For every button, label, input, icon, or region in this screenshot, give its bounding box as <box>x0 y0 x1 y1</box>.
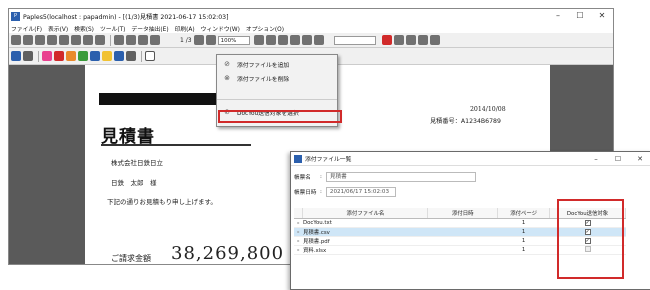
highlighter-icon[interactable] <box>54 51 64 61</box>
refresh-circle-icon[interactable] <box>429 35 440 45</box>
col-attach-date[interactable]: 添付日時 <box>427 208 499 219</box>
stamp-tool-icon[interactable] <box>114 51 124 61</box>
user-icon[interactable] <box>393 35 404 45</box>
menu-view[interactable]: 表示(V) <box>48 24 68 33</box>
attach-date <box>427 245 498 255</box>
file-name: DocYou.txt <box>302 218 428 228</box>
rectangle-icon[interactable] <box>78 51 88 61</box>
image-icon[interactable] <box>126 51 136 61</box>
zoom-out-icon[interactable] <box>205 35 216 45</box>
text-box-icon[interactable] <box>102 51 112 61</box>
edit-icon[interactable] <box>417 35 428 45</box>
empty-select[interactable] <box>333 35 376 45</box>
attachment-list-dialog: 添付ファイル一覧 – ☐ ✕ 帳票名 : 見積書 帳票日時 : 2021/06/… <box>290 151 650 290</box>
menu-item-remove-attachment[interactable]: ⊗ 添付ファイルを削除 <box>217 71 337 85</box>
file-name: 見積書.csv <box>302 227 428 237</box>
doc-name-field: 帳票名 : 見積書 <box>294 172 476 182</box>
search-next-icon[interactable] <box>126 35 136 45</box>
bookmark-icon[interactable] <box>313 35 324 45</box>
settings-icon[interactable] <box>95 35 105 45</box>
file-name: 見積書.pdf <box>302 236 428 246</box>
search-icon[interactable] <box>114 35 124 45</box>
mail-send-icon[interactable] <box>381 35 392 45</box>
title-underline <box>101 144 251 146</box>
copy-icon[interactable] <box>47 35 57 45</box>
amount-label: ご請求金額 <box>111 254 151 263</box>
attach-date <box>427 236 498 246</box>
save-floppy-icon[interactable] <box>11 51 21 61</box>
menu-separator <box>217 99 337 100</box>
paperclip-remove-icon: ⊗ <box>224 74 230 82</box>
attach-date <box>427 218 498 228</box>
menu-item-add-attachment[interactable]: ⊘ 添付ファイルを追加 <box>217 57 337 71</box>
document-company: 株式会社日鉄日立 <box>111 159 163 167</box>
redacted-bar <box>99 93 227 105</box>
binoculars-icon[interactable] <box>301 35 312 45</box>
dialog-close-button[interactable]: ✕ <box>629 152 650 166</box>
menu-options[interactable]: オプション(O) <box>246 24 284 33</box>
col-file-name[interactable]: 添付ファイル名 <box>302 208 429 219</box>
attach-date <box>427 227 498 237</box>
fit-width-icon[interactable] <box>265 35 276 45</box>
amount-value: 38,269,800 <box>171 243 285 264</box>
page-indicator: 1 /3 <box>180 36 192 44</box>
attach-page: 1 <box>497 218 550 228</box>
print-preview-icon[interactable] <box>23 35 33 45</box>
menu-tools[interactable]: ツール(T) <box>100 24 125 33</box>
maximize-button[interactable]: ☐ <box>569 9 591 23</box>
refresh-icon[interactable] <box>71 35 81 45</box>
attach-page: 1 <box>497 245 550 255</box>
first-page-icon[interactable] <box>138 35 148 45</box>
close-button[interactable]: ✕ <box>591 9 613 23</box>
highlight-frame-column <box>557 199 624 279</box>
dialog-maximize-button[interactable]: ☐ <box>607 152 629 166</box>
doc-name-input[interactable]: 見積書 <box>325 172 476 182</box>
fit-page-icon[interactable] <box>253 35 264 45</box>
document-recipient: 日鉄 太郎 様 <box>111 179 157 187</box>
dialog-title: 添付ファイル一覧 <box>305 157 352 163</box>
file-name: 資料.xlsx <box>302 245 428 255</box>
window-title: Paples5(localhost : papadmin) - [(1/3)見積… <box>23 13 229 21</box>
stamp-icon[interactable] <box>405 35 416 45</box>
menu-file[interactable]: ファイル(F) <box>11 24 42 33</box>
document-number: 見積番号：A1234B6789 <box>430 118 501 125</box>
pen-icon[interactable] <box>90 51 100 61</box>
document-sentence: 下記の通りお見積もり申し上げます。 <box>107 198 217 206</box>
menu-print[interactable]: 印刷(A) <box>175 24 195 33</box>
zoom-select[interactable]: 100% <box>217 35 250 45</box>
zoom-in-icon[interactable] <box>193 35 204 45</box>
print-icon[interactable] <box>11 35 21 45</box>
sticky-note-icon[interactable] <box>42 51 52 61</box>
draw-line-icon[interactable] <box>66 51 76 61</box>
col-attach-page[interactable]: 添付ページ <box>497 208 551 219</box>
created-label: 帳票日時 <box>294 190 317 196</box>
doc-name-label: 帳票名 <box>294 175 311 181</box>
previous-page-icon[interactable] <box>150 35 160 45</box>
menu-window[interactable]: ウィンドウ(W) <box>201 24 240 33</box>
document-date: 2014/10/08 <box>470 106 506 113</box>
export-icon[interactable] <box>59 35 69 45</box>
created-input[interactable]: 2021/06/17 15:02:03 <box>325 187 396 197</box>
actual-size-icon[interactable] <box>277 35 288 45</box>
menu-data-extract[interactable]: データ抽出(E) <box>131 24 168 33</box>
menu-bar: ファイル(F) 表示(V) 検索(S) ツール(T) データ抽出(E) 印刷(A… <box>9 23 613 33</box>
paperclip-icon: ⊘ <box>224 60 230 68</box>
title-bar: P Paples5(localhost : papadmin) - [(1/3)… <box>9 9 613 23</box>
app-logo-icon: P <box>11 11 20 21</box>
highlight-frame-menu <box>218 110 342 123</box>
main-toolbar: 1 /3 100% <box>9 33 613 48</box>
document-icon[interactable] <box>83 35 93 45</box>
dialog-app-icon <box>294 154 302 163</box>
pointer-icon[interactable] <box>23 51 33 61</box>
menu-search[interactable]: 検索(S) <box>74 24 94 33</box>
attach-page: 1 <box>497 236 550 246</box>
dialog-minimize-button[interactable]: – <box>585 152 607 166</box>
attach-page: 1 <box>497 227 550 237</box>
full-screen-icon[interactable] <box>289 35 300 45</box>
created-field: 帳票日時 : 2021/06/17 15:02:03 <box>294 187 396 197</box>
minimize-button[interactable]: – <box>547 9 569 23</box>
dialog-title-bar: 添付ファイル一覧 – ☐ ✕ <box>291 152 650 166</box>
paperclip-icon[interactable] <box>145 51 155 61</box>
save-icon[interactable] <box>35 35 45 45</box>
